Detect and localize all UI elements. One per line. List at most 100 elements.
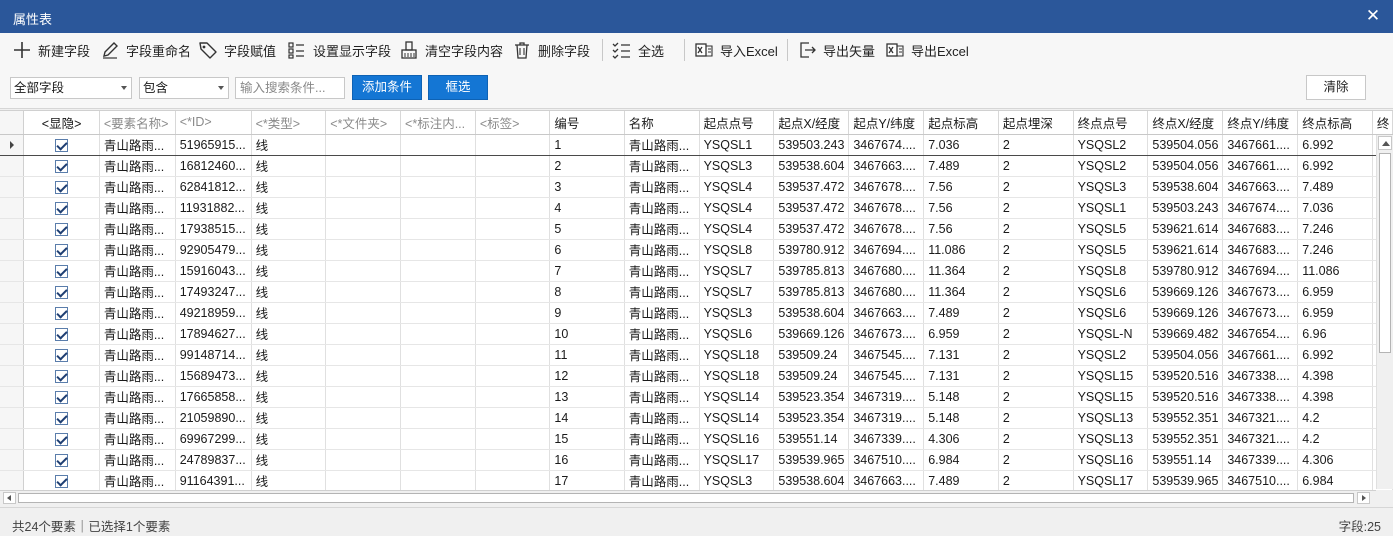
row-header[interactable] (0, 176, 25, 198)
table-row[interactable]: 青山路雨... 92905479... 线 6 青山路雨... YSQSL8 539780.… (0, 239, 1393, 261)
table-cell[interactable]: 线 (251, 197, 327, 219)
table-cell[interactable]: 线 (251, 470, 327, 490)
table-cell[interactable] (400, 407, 476, 429)
search-input[interactable] (235, 77, 345, 99)
table-cell[interactable] (325, 365, 402, 387)
table-cell[interactable] (325, 218, 402, 240)
table-cell[interactable]: YSQSL4 (699, 176, 775, 198)
table-cell[interactable]: 539503.243 (773, 133, 850, 156)
table-cell[interactable]: 539509.24 (773, 344, 850, 366)
table-cell[interactable] (325, 239, 402, 261)
table-cell[interactable]: 线 (251, 386, 327, 408)
table-cell[interactable]: 3467545.... (848, 365, 925, 387)
table-cell[interactable]: YSQSL18 (699, 365, 775, 387)
table-cell[interactable]: 16812460... (175, 155, 252, 177)
table-cell[interactable] (475, 260, 551, 282)
table-cell[interactable] (400, 133, 476, 156)
table-cell[interactable]: 6.984 (1297, 470, 1373, 490)
table-cell[interactable]: 17493247... (175, 281, 252, 303)
row-header[interactable] (0, 218, 25, 240)
table-cell[interactable] (325, 197, 402, 219)
table-cell[interactable]: 线 (251, 260, 327, 282)
table-cell[interactable]: 青山路雨... (99, 323, 176, 345)
table-cell[interactable]: 3467338.... (1222, 386, 1299, 408)
table-cell[interactable]: 11931882... (175, 197, 252, 219)
table-cell[interactable]: 4.2 (1297, 428, 1373, 450)
table-cell[interactable]: 7.56 (923, 176, 999, 198)
table-cell[interactable]: 539538.604 (773, 470, 850, 490)
table-cell[interactable]: YSQSL14 (699, 407, 775, 429)
table-cell[interactable]: 6.959 (923, 323, 999, 345)
horizontal-scrollbar[interactable] (0, 490, 1376, 505)
table-cell[interactable]: 3467654.... (1222, 323, 1299, 345)
column-header[interactable]: 起点点号 (699, 111, 775, 135)
table-cell[interactable] (475, 176, 551, 198)
table-cell[interactable]: 青山路雨... (99, 260, 176, 282)
row-header[interactable] (0, 365, 25, 387)
table-cell[interactable]: YSQSL3 (699, 155, 775, 177)
table-cell[interactable]: 7 (549, 260, 625, 282)
table-cell[interactable]: 539538.604 (773, 302, 850, 324)
table-cell[interactable] (475, 323, 551, 345)
table-cell[interactable] (325, 155, 402, 177)
table-cell[interactable]: 2 (549, 155, 625, 177)
table-cell[interactable]: 线 (251, 133, 327, 156)
table-cell[interactable]: 539669.482 (1147, 323, 1224, 345)
row-header[interactable] (0, 344, 25, 366)
table-cell[interactable]: 青山路雨... (99, 155, 176, 177)
table-cell[interactable]: 2 (998, 176, 1074, 198)
table-cell[interactable]: YSQSL13 (1073, 407, 1149, 429)
table-cell[interactable]: 青山路雨... (99, 133, 176, 156)
operator-select[interactable]: 包含 (139, 77, 229, 99)
table-cell[interactable]: 7.246 (1297, 218, 1373, 240)
row-header[interactable] (0, 323, 25, 345)
row-header[interactable] (0, 197, 25, 219)
table-cell[interactable] (400, 155, 476, 177)
table-row[interactable]: 青山路雨... 17665858... 线 13 青山路雨... YSQSL14 53952… (0, 386, 1393, 408)
table-cell[interactable]: 12 (549, 365, 625, 387)
table-cell[interactable]: 3467663.... (848, 470, 925, 490)
table-cell[interactable]: 线 (251, 323, 327, 345)
table-cell[interactable]: 7.489 (923, 470, 999, 490)
table-cell[interactable]: 4.306 (1297, 449, 1373, 471)
table-cell[interactable]: 3467510.... (848, 449, 925, 471)
table-cell[interactable]: 539504.056 (1147, 133, 1224, 156)
table-cell[interactable] (400, 365, 476, 387)
table-cell[interactable]: 539504.056 (1147, 155, 1224, 177)
table-cell[interactable]: 线 (251, 428, 327, 450)
table-cell[interactable]: YSQSL15 (1073, 386, 1149, 408)
table-cell[interactable]: 539780.912 (1147, 260, 1224, 282)
table-cell[interactable]: 539551.14 (1147, 449, 1224, 471)
table-cell[interactable]: 7.489 (923, 155, 999, 177)
table-cell[interactable]: 4.2 (1297, 407, 1373, 429)
table-cell[interactable]: 3467678.... (848, 176, 925, 198)
table-cell[interactable]: 539669.126 (1147, 302, 1224, 324)
table-cell[interactable]: 11.364 (923, 281, 999, 303)
table-cell[interactable]: 线 (251, 281, 327, 303)
table-cell[interactable]: 线 (251, 239, 327, 261)
table-cell[interactable]: YSQSL5 (1073, 239, 1149, 261)
table-cell[interactable]: 3467321.... (1222, 407, 1299, 429)
table-cell[interactable]: 青山路雨... (624, 302, 700, 324)
table-cell[interactable]: YSQSL3 (1073, 176, 1149, 198)
table-cell[interactable]: 17894627... (175, 323, 252, 345)
column-header[interactable]: 起点Y/纬度 (848, 111, 925, 135)
visibility-checkbox[interactable] (55, 180, 69, 194)
table-cell[interactable]: 15689473... (175, 365, 252, 387)
table-cell[interactable]: 线 (251, 302, 327, 324)
table-cell[interactable]: 青山路雨... (99, 449, 176, 471)
export-vector-button[interactable]: 导出矢量 (797, 39, 875, 61)
table-cell[interactable] (325, 260, 402, 282)
visibility-checkbox[interactable] (55, 432, 69, 446)
table-cell[interactable]: 7.56 (923, 218, 999, 240)
column-header[interactable]: <要素名称> (99, 111, 176, 135)
table-cell[interactable]: 线 (251, 365, 327, 387)
table-cell[interactable]: 6.992 (1297, 344, 1373, 366)
table-cell[interactable]: 539785.813 (773, 260, 850, 282)
visibility-checkbox[interactable] (55, 306, 69, 320)
scroll-up-icon[interactable] (1378, 136, 1392, 150)
table-cell[interactable]: 17938515... (175, 218, 252, 240)
table-cell[interactable]: YSQSL4 (699, 197, 775, 219)
column-header[interactable]: 终 (1372, 111, 1393, 135)
table-cell[interactable]: 青山路雨... (624, 386, 700, 408)
